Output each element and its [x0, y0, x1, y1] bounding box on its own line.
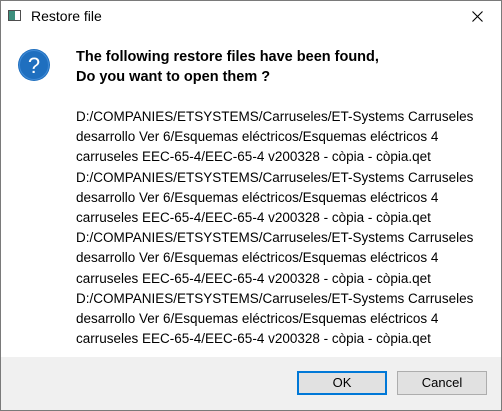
- question-icon: ?: [18, 49, 50, 81]
- path-line: carruseles EEC-65-4/EEC-65-4 v200328 - c…: [76, 270, 431, 286]
- restore-file-path: D:/COMPANIES/ETSYSTEMS/Carruseles/ET-Sys…: [76, 168, 491, 229]
- path-line: carruseles EEC-65-4/EEC-65-4 v200328 - c…: [76, 149, 431, 165]
- path-line: carruseles EEC-65-4/EEC-65-4 v200328 - c…: [76, 210, 431, 226]
- close-button[interactable]: [455, 1, 501, 32]
- window-title: Restore file: [31, 8, 102, 24]
- message-heading: The following restore files have been fo…: [76, 47, 486, 87]
- path-line: desarrollo Ver 6/Esquemas eléctricos/Esq…: [76, 189, 439, 205]
- path-line: D:/COMPANIES/ETSYSTEMS/Carruseles/ET-Sys…: [76, 169, 474, 185]
- restore-file-path: D:/COMPANIES/ETSYSTEMS/Carruseles/ET-Sys…: [76, 289, 491, 350]
- title-bar[interactable]: Restore file: [1, 1, 501, 32]
- path-line: desarrollo Ver 6/Esquemas eléctricos/Esq…: [76, 311, 439, 327]
- path-line: desarrollo Ver 6/Esquemas eléctricos/Esq…: [76, 129, 439, 145]
- path-line: D:/COMPANIES/ETSYSTEMS/Carruseles/ET-Sys…: [76, 109, 474, 124]
- message-line-2: Do you want to open them ?: [76, 69, 271, 85]
- restore-file-dialog: Restore file ? The following restore fil…: [0, 0, 502, 411]
- restore-file-path: D:/COMPANIES/ETSYSTEMS/Carruseles/ET-Sys…: [76, 107, 491, 168]
- message-line-1: The following restore files have been fo…: [76, 49, 379, 65]
- button-bar: OK Cancel: [1, 357, 501, 410]
- cancel-button[interactable]: Cancel: [397, 371, 487, 395]
- path-line: desarrollo Ver 6/Esquemas eléctricos/Esq…: [76, 250, 439, 266]
- path-line: D:/COMPANIES/ETSYSTEMS/Carruseles/ET-Sys…: [76, 230, 474, 246]
- path-line: D:/COMPANIES/ETSYSTEMS/Carruseles/ET-Sys…: [76, 290, 474, 306]
- path-line: carruseles EEC-65-4/EEC-65-4 v200328 - c…: [76, 331, 431, 347]
- restore-file-list: D:/COMPANIES/ETSYSTEMS/Carruseles/ET-Sys…: [76, 107, 491, 349]
- app-icon: [8, 10, 21, 21]
- ok-button[interactable]: OK: [297, 371, 387, 395]
- svg-text:?: ?: [28, 53, 40, 78]
- close-icon: [472, 11, 483, 22]
- restore-file-path: D:/COMPANIES/ETSYSTEMS/Carruseles/ET-Sys…: [76, 228, 491, 289]
